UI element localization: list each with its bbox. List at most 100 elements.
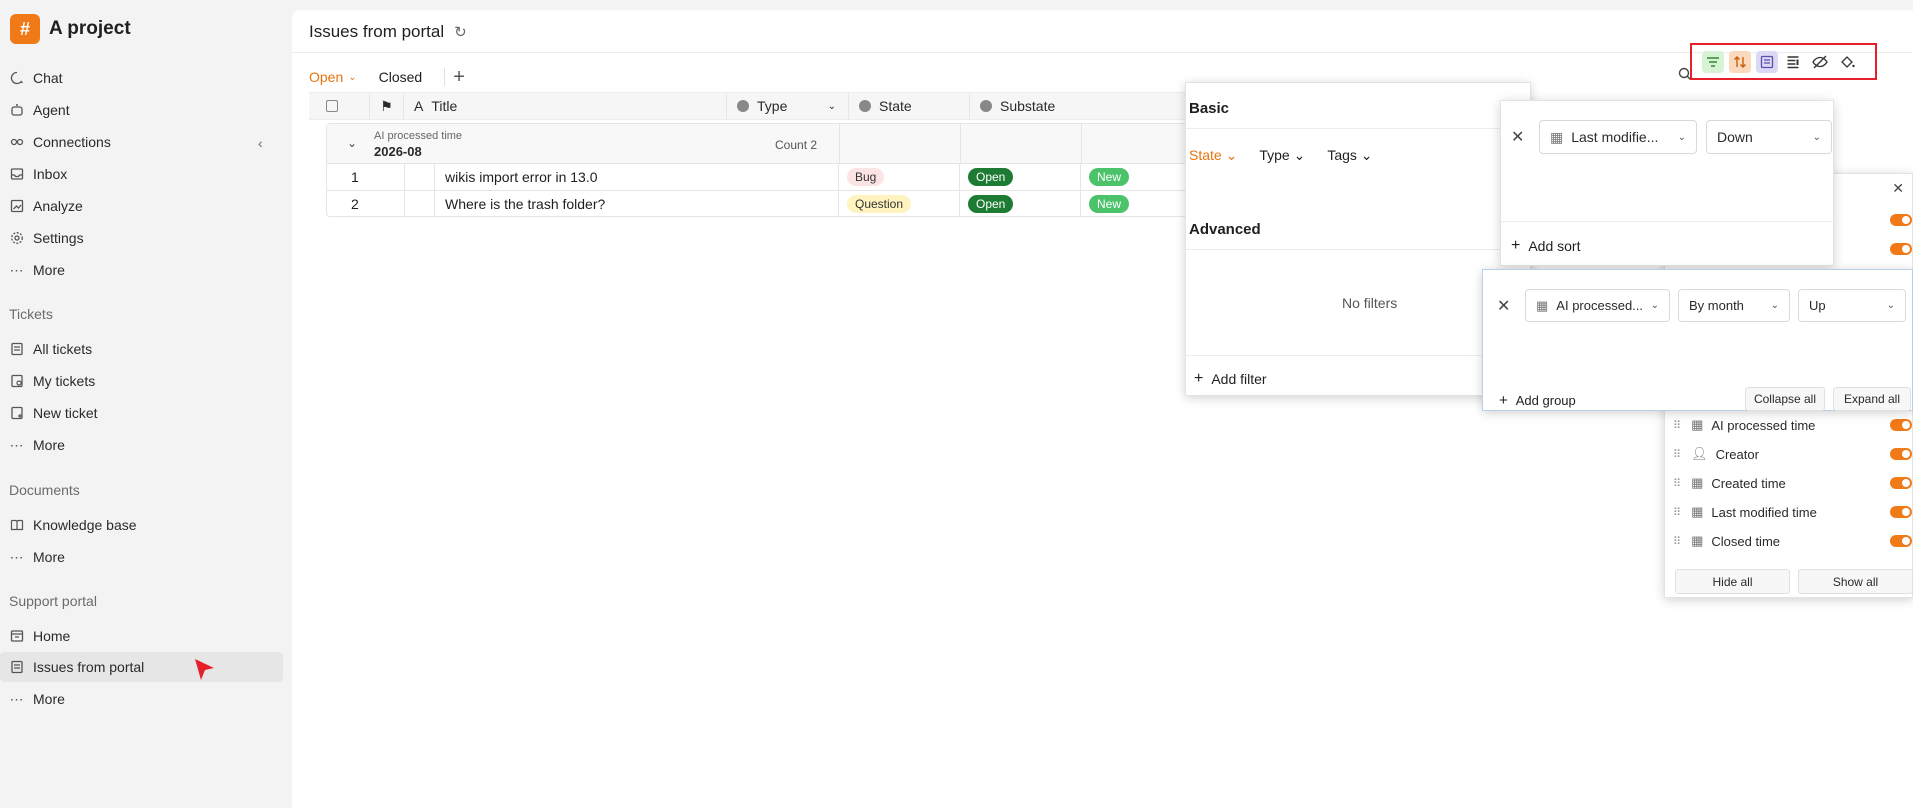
sidebar-item-portal-more[interactable]: ⋯ More (0, 684, 283, 714)
sidebar-item-label: New ticket (33, 405, 98, 421)
field-toggle[interactable] (1890, 477, 1912, 489)
sidebar-item-label: More (33, 691, 65, 707)
sidebar-item-agent[interactable]: Agent (0, 95, 283, 125)
type-cell[interactable]: Question (839, 191, 960, 217)
chevron-down-icon[interactable]: ⌄ (828, 101, 836, 112)
group-count: Count 2 (775, 138, 818, 152)
show-all-button[interactable]: Show all (1798, 569, 1913, 594)
date-icon: ▦ (1691, 504, 1704, 519)
more-icon: ⋯ (9, 436, 24, 453)
add-group-button[interactable]: + Add group (1499, 392, 1576, 409)
sidebar-item-tickets-more[interactable]: ⋯ More (0, 430, 283, 460)
select-all-checkbox[interactable] (326, 100, 338, 112)
field-toggle[interactable] (1890, 448, 1912, 460)
sidebar-item-issues-from-portal[interactable]: Issues from portal (0, 652, 283, 682)
project-header[interactable]: # A project (10, 14, 131, 44)
sidebar-item-label: Analyze (33, 198, 83, 214)
column-state[interactable]: State (849, 93, 970, 119)
table-row[interactable]: 1 wikis import error in 13.0 Bug Open Ne… (327, 164, 1315, 191)
divider (1501, 221, 1833, 222)
close-icon[interactable]: ✕ (1511, 127, 1524, 147)
column-substate[interactable]: Substate (970, 93, 1090, 119)
sidebar-item-analyze[interactable]: Analyze (0, 191, 283, 221)
drag-handle-icon[interactable]: ⠿ (1673, 535, 1681, 548)
hide-fields-button[interactable] (1809, 51, 1831, 73)
sidebar-item-label: More (33, 262, 65, 278)
sidebar-item-chat[interactable]: Chat (0, 63, 283, 93)
flag-column[interactable]: ⚑ (370, 93, 404, 119)
expand-all-button[interactable]: Expand all (1833, 387, 1911, 411)
divider (1186, 355, 1530, 356)
chevron-down-icon[interactable]: ⌄ (347, 136, 357, 150)
table-row[interactable]: 2 Where is the trash folder? Question Op… (327, 191, 1315, 218)
sidebar-item-inbox[interactable]: Inbox (0, 159, 283, 189)
collapse-all-button[interactable]: Collapse all (1745, 387, 1825, 411)
drag-handle-icon[interactable]: ⠿ (1673, 506, 1681, 519)
refresh-icon[interactable]: ↻ (454, 23, 467, 41)
sidebar-item-new-ticket[interactable]: New ticket (0, 398, 283, 428)
sort-button[interactable] (1729, 51, 1751, 73)
row-height-button[interactable] (1782, 51, 1804, 73)
type-cell[interactable]: Bug (839, 164, 960, 190)
group-granularity-select[interactable]: By month ⌄ (1678, 289, 1790, 322)
group-direction-select[interactable]: Up ⌄ (1798, 289, 1906, 322)
tab-open[interactable]: Open ⌄ (309, 69, 357, 85)
group-header[interactable]: ⌄ AI processed time 2026-08 Count 2 (327, 124, 1315, 164)
group-field-select[interactable]: ▦ AI processed... ⌄ (1525, 289, 1670, 322)
date-icon: ▦ (1691, 475, 1704, 490)
field-label: Created time (1711, 475, 1786, 491)
collapse-sidebar-icon[interactable]: ‹ (258, 135, 263, 151)
sidebar-item-knowledge-base[interactable]: Knowledge base (0, 510, 283, 540)
sidebar-item-connections[interactable]: Connections (0, 127, 283, 157)
sort-field-select[interactable]: ▦ Last modifie... ⌄ (1539, 120, 1697, 154)
view-tabs: Open ⌄ Closed + (309, 67, 465, 87)
sidebar-item-all-tickets[interactable]: All tickets (0, 334, 283, 364)
project-logo: # (10, 14, 40, 44)
home-icon (9, 629, 24, 644)
flag-cell[interactable] (405, 164, 435, 190)
filter-chips: State ⌄ Type ⌄ Tags ⌄ (1189, 147, 1373, 164)
add-sort-button[interactable]: + Add sort (1511, 237, 1580, 255)
analyze-icon (9, 199, 24, 214)
sidebar-item-documents-more[interactable]: ⋯ More (0, 542, 283, 572)
flag-cell[interactable] (405, 191, 435, 217)
group-button[interactable] (1756, 51, 1778, 73)
chevron-down-icon: ⌄ (348, 71, 357, 83)
close-icon[interactable]: ✕ (1892, 180, 1904, 197)
column-type[interactable]: Type ⌄ (727, 93, 849, 119)
chat-icon (9, 71, 24, 86)
field-toggle[interactable] (1890, 419, 1912, 431)
filter-chip-type[interactable]: Type ⌄ (1259, 147, 1305, 164)
column-state-label: State (879, 98, 912, 114)
hide-all-button[interactable]: Hide all (1675, 569, 1790, 594)
drag-handle-icon[interactable]: ⠿ (1673, 419, 1681, 432)
drag-handle-icon[interactable]: ⠿ (1673, 448, 1681, 461)
tab-closed[interactable]: Closed (379, 69, 423, 85)
field-toggle[interactable] (1890, 535, 1912, 547)
row-title[interactable]: wikis import error in 13.0 (435, 164, 839, 190)
sidebar-item-more[interactable]: ⋯ More (0, 255, 283, 285)
group-direction-value: Up (1809, 298, 1826, 313)
field-row: ⠿ 👤︎ Creator (1665, 442, 1912, 466)
state-cell[interactable]: Open (960, 164, 1081, 190)
row-title[interactable]: Where is the trash folder? (435, 191, 839, 217)
field-label: Creator (1715, 446, 1759, 462)
add-tab-button[interactable]: + (444, 67, 465, 87)
filter-chip-state[interactable]: State ⌄ (1189, 147, 1237, 164)
close-icon[interactable]: ✕ (1497, 296, 1510, 316)
add-filter-button[interactable]: + Add filter (1194, 370, 1267, 388)
column-title[interactable]: A Title (404, 93, 727, 119)
sidebar-item-home[interactable]: Home (0, 621, 283, 651)
field-toggle[interactable] (1890, 214, 1912, 226)
record-group: ⌄ AI processed time 2026-08 Count 2 1 wi… (326, 123, 1316, 217)
sort-direction-select[interactable]: Down ⌄ (1706, 120, 1832, 154)
sidebar-item-settings[interactable]: Settings (0, 223, 283, 253)
filter-button[interactable] (1702, 51, 1724, 73)
field-toggle[interactable] (1890, 243, 1912, 255)
state-cell[interactable]: Open (960, 191, 1081, 217)
color-button[interactable] (1836, 51, 1858, 73)
sidebar-item-my-tickets[interactable]: My tickets (0, 366, 283, 396)
filter-chip-tags[interactable]: Tags ⌄ (1327, 147, 1372, 164)
field-toggle[interactable] (1890, 506, 1912, 518)
drag-handle-icon[interactable]: ⠿ (1673, 477, 1681, 490)
